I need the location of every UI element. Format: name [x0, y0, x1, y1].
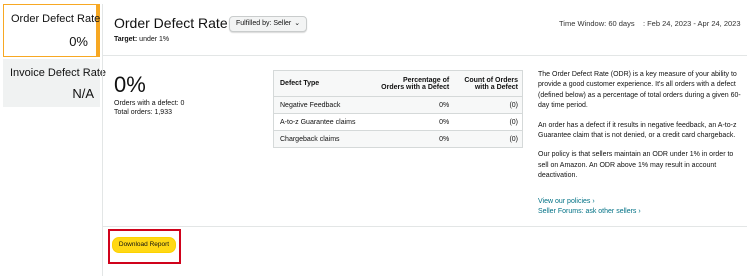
column-header-line: Count of Orders: [464, 76, 518, 84]
table-row: Negative Feedback 0% (0): [273, 96, 523, 114]
target-value: under 1%: [139, 36, 170, 43]
odr-value: 0%: [114, 72, 146, 97]
count-cell: (0): [453, 96, 523, 114]
target-label: Target:: [114, 36, 138, 43]
odr-description: The Order Defect Rate (ODR) is a key mea…: [538, 70, 743, 191]
percentage-cell: 0%: [368, 96, 454, 114]
target-text: Target: under 1%: [114, 36, 169, 43]
column-header-line: with a Defect: [474, 83, 518, 91]
page-title: Order Defect Rate: [114, 15, 228, 31]
count-cell: (0): [453, 113, 523, 131]
divider: [103, 226, 747, 227]
column-header-defect-type: Defect Type: [273, 70, 369, 97]
column-header-count: Count of Orders with a Defect: [453, 70, 523, 97]
defect-type-cell: Negative Feedback: [273, 96, 369, 114]
download-report-button[interactable]: Download Report: [112, 237, 176, 253]
column-header-percentage: Percentage of Orders with a Defect: [368, 70, 454, 97]
defect-table: Defect Type Percentage of Orders with a …: [273, 70, 523, 148]
date-range: : Feb 24, 2023 - Apr 24, 2023: [642, 19, 741, 28]
time-window: Time Window: 60 days : Feb 24, 2023 - Ap…: [559, 19, 741, 28]
sidebar-item-label: Order Defect Rate: [11, 13, 101, 25]
sidebar: Order Defect Rate 0% Invoice Defect Rate…: [3, 4, 106, 107]
fulfilled-by-dropdown[interactable]: Fulfilled by: Seller ⌄: [229, 16, 308, 32]
sidebar-item-label: Invoice Defect Rate: [10, 67, 106, 79]
seller-forums-link[interactable]: Seller Forums: ask other sellers ›: [538, 208, 641, 215]
chevron-down-icon: ⌄: [294, 20, 301, 27]
table-row: Chargeback claims 0% (0): [273, 130, 523, 148]
defect-type-cell: Chargeback claims: [273, 130, 369, 148]
sidebar-item-value: 0%: [69, 34, 88, 49]
time-window-label: Time Window: 60 days: [559, 19, 635, 28]
defect-type-cell: A-to-z Guarantee claims: [273, 113, 369, 131]
divider: [103, 55, 747, 56]
percentage-cell: 0%: [368, 130, 454, 148]
orders-with-defect: Orders with a defect: 0: [114, 100, 185, 107]
main-panel: Order Defect Rate Fulfilled by: Seller ⌄ …: [102, 4, 747, 276]
table-row: A-to-z Guarantee claims 0% (0): [273, 113, 523, 131]
sidebar-item-value: N/A: [72, 86, 94, 101]
sidebar-item-order-defect-rate[interactable]: Order Defect Rate 0%: [3, 4, 100, 57]
fulfilled-by-label: Fulfilled by: Seller: [236, 20, 292, 27]
column-header-line: Orders with a Defect: [381, 83, 450, 91]
description-paragraph: The Order Defect Rate (ODR) is a key mea…: [538, 71, 741, 110]
column-header-line: Percentage of: [402, 76, 450, 84]
sidebar-item-invoice-defect-rate[interactable]: Invoice Defect Rate N/A: [3, 59, 106, 107]
view-policies-link[interactable]: View our policies ›: [538, 198, 595, 205]
total-orders: Total orders: 1,933: [114, 109, 172, 116]
percentage-cell: 0%: [368, 113, 454, 131]
table-header-row: Defect Type Percentage of Orders with a …: [273, 70, 523, 97]
count-cell: (0): [453, 130, 523, 148]
description-paragraph: Our policy is that sellers maintain an O…: [538, 151, 734, 180]
description-paragraph: An order has a defect if it results in n…: [538, 121, 737, 140]
